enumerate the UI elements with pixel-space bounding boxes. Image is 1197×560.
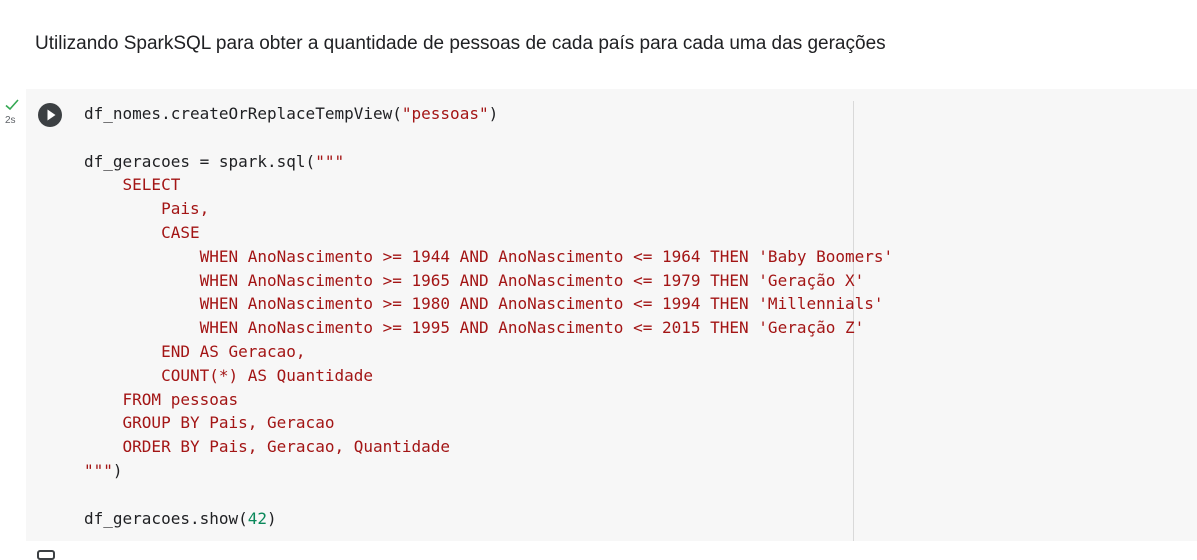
- code-token: 42: [247, 508, 268, 528]
- code-cell[interactable]: df_nomes.createOrReplaceTempView("pessoa…: [26, 89, 1197, 541]
- code-line: ORDER BY Pais, Geracao, Quantidade: [84, 435, 893, 459]
- code-line: WHEN AnoNascimento >= 1944 AND AnoNascim…: [84, 245, 894, 269]
- code-token: WHEN AnoNascimento >= 1965 AND AnoNascim…: [84, 270, 865, 290]
- code-token: ): [488, 104, 499, 123]
- code-line: Pais,: [84, 197, 893, 221]
- code-editor[interactable]: df_nomes.createOrReplaceTempView("pessoa…: [84, 102, 893, 530]
- code-line: WHEN AnoNascimento >= 1965 AND AnoNascim…: [84, 269, 893, 293]
- code-token: ORDER BY Pais, Geracao, Quantidade: [84, 437, 451, 457]
- code-line: END AS Geracao,: [84, 340, 893, 364]
- code-token: CASE: [84, 222, 200, 242]
- code-token: GROUP BY Pais, Geracao: [84, 413, 335, 433]
- code-line: """): [84, 459, 893, 483]
- code-token: COUNT(*) AS Quantidade: [84, 365, 373, 385]
- code-token: """: [315, 151, 345, 171]
- code-line: WHEN AnoNascimento >= 1980 AND AnoNascim…: [84, 292, 893, 316]
- code-line: FROM pessoas: [84, 388, 893, 412]
- code-token: SELECT: [84, 175, 181, 195]
- execution-time: 2s: [5, 115, 16, 126]
- code-token: ): [267, 508, 277, 528]
- code-token: df_nomes.createOrReplaceTempView(: [84, 104, 402, 123]
- code-line: COUNT(*) AS Quantidade: [84, 364, 893, 388]
- code-token: WHEN AnoNascimento >= 1980 AND AnoNascim…: [84, 294, 884, 314]
- output-toggle-icon[interactable]: [37, 550, 55, 560]
- code-token: WHEN AnoNascimento >= 1995 AND AnoNascim…: [84, 318, 865, 338]
- code-token: FROM pessoas: [84, 389, 239, 409]
- code-line: GROUP BY Pais, Geracao: [84, 411, 893, 435]
- code-line: df_geracoes.show(42): [84, 507, 893, 531]
- code-token: """: [84, 460, 113, 480]
- code-token: df_geracoes.show(: [84, 508, 248, 528]
- play-icon: [47, 109, 56, 121]
- code-line: SELECT: [84, 173, 893, 197]
- section-heading: Utilizando SparkSQL para obter a quantid…: [35, 33, 886, 54]
- code-token: WHEN AnoNascimento >= 1944 AND AnoNascim…: [84, 246, 894, 266]
- code-token: "pessoas": [401, 104, 489, 123]
- code-line: CASE: [84, 221, 893, 245]
- code-token: END AS Geracao,: [84, 341, 306, 361]
- code-line: df_geracoes = spark.sql(""": [84, 150, 893, 174]
- code-line: WHEN AnoNascimento >= 1995 AND AnoNascim…: [84, 316, 893, 340]
- text-cell[interactable]: Utilizando SparkSQL para obter a quantid…: [0, 0, 1197, 90]
- code-token: ): [112, 460, 123, 480]
- check-icon: [5, 99, 19, 111]
- code-token: Pais,: [84, 199, 210, 219]
- code-line: df_nomes.createOrReplaceTempView("pessoa…: [84, 102, 893, 126]
- run-cell-button[interactable]: [38, 103, 62, 127]
- code-token: df_geracoes = spark.sql(: [84, 151, 316, 171]
